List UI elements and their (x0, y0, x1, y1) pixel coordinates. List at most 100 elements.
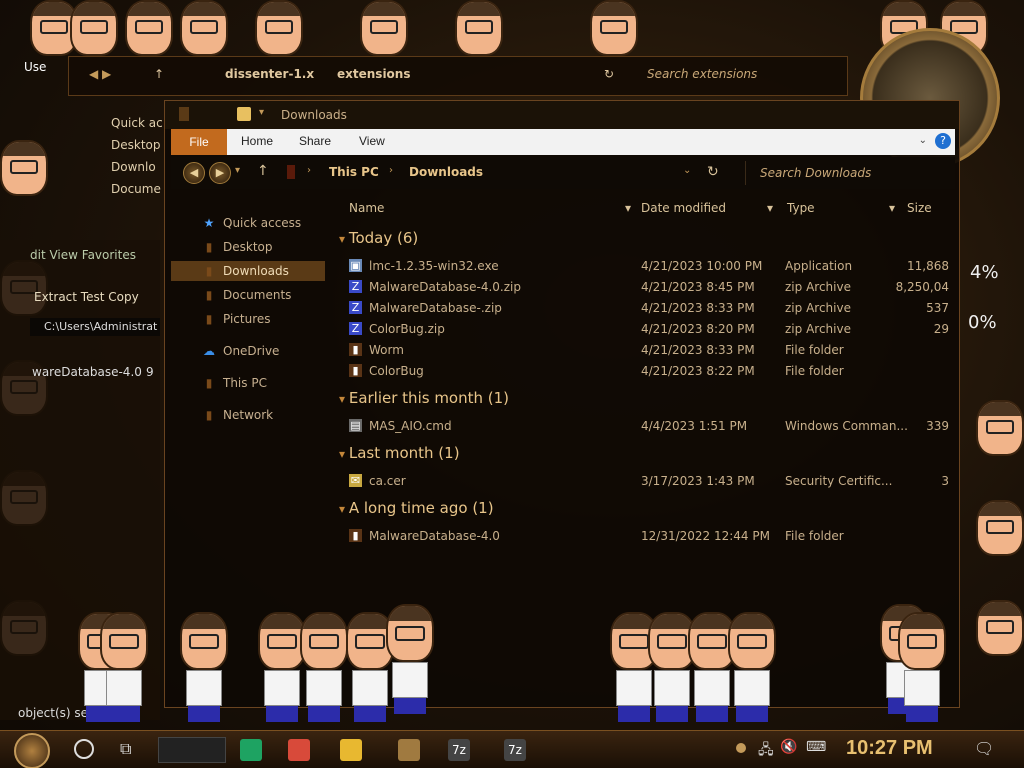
title-bar: ▾ Downloads (165, 101, 959, 129)
keyboard-icon[interactable]: ⌨ (806, 739, 826, 755)
cell-name: MAS_AIO.cmd (369, 419, 452, 433)
documents-icon: ▮ (205, 288, 213, 302)
background-explorer-window: ◀ ▶ ↑ dissenter-1.x extensions ↻ Search … (68, 56, 848, 96)
tab-share[interactable]: Share (299, 134, 331, 148)
start-button[interactable] (14, 733, 50, 768)
menu-bar: dit View Favorites (30, 248, 136, 262)
separator-icon: › (389, 165, 393, 176)
help-button[interactable]: ? (935, 133, 951, 149)
bg-sidebar: Quick ac Desktop Downlo Docume (85, 110, 165, 210)
network-icon[interactable]: 🖧 (758, 739, 774, 763)
downloads-icon: ▮ (205, 264, 213, 278)
bg-sidebar-item: Desktop (111, 138, 161, 152)
expand-ribbon-icon[interactable]: ⌄ (919, 135, 927, 146)
table-row[interactable]: ▮ ColorBug 4/21/2023 8:22 PM File folder (331, 361, 955, 381)
table-row[interactable]: Z ColorBug.zip 4/21/2023 8:20 PM zip Archiv… (331, 319, 955, 339)
cell-size: 29 (933, 322, 949, 336)
separator-icon: › (307, 165, 311, 176)
address-field[interactable]: C:\Users\Administrat (30, 318, 160, 336)
7zip-icon[interactable]: 7z (448, 739, 470, 761)
sidebar-item-desktop[interactable]: ▮ Desktop (171, 237, 325, 257)
table-row[interactable]: ▮ MalwareDatabase-4.0 12/31/2022 12:44 PM F… (331, 526, 955, 546)
notification-icon[interactable]: 🗨 (974, 739, 994, 758)
cell-name: MalwareDatabase-4.0 (369, 529, 500, 543)
tab-home[interactable]: Home (241, 134, 273, 148)
breadcrumb-this-pc[interactable]: This PC (329, 165, 379, 179)
column-header-name[interactable]: Name (349, 201, 384, 215)
table-row[interactable]: Z MalwareDatabase-4.0.zip 4/21/2023 8:45 P… (331, 277, 955, 297)
sheets-icon[interactable] (240, 739, 262, 761)
cell-name: MalwareDatabase-.zip (369, 301, 502, 315)
cell-name: lmc-1.2.35-win32.exe (369, 259, 499, 273)
dropdown-icon[interactable]: ▾ (889, 201, 895, 215)
chevron-down-icon[interactable]: ▾ (259, 107, 264, 118)
folder-icon: ▮ (349, 343, 362, 356)
dropdown-icon[interactable]: ⌄ (683, 165, 691, 176)
up-button[interactable]: ↑ (257, 163, 269, 179)
group-header[interactable]: Today (6) (339, 229, 418, 247)
task-view-icon[interactable]: ⧉ (120, 739, 131, 759)
tab-view[interactable]: View (359, 134, 385, 148)
column-header-type[interactable]: Type (787, 201, 815, 215)
sidebar-item-pictures[interactable]: ▮ Pictures (171, 309, 325, 329)
app-icon (179, 107, 189, 121)
bg-search-input[interactable]: Search extensions (647, 67, 757, 81)
refresh-button[interactable]: ↻ (707, 164, 719, 180)
table-row[interactable]: ▤ MAS_AIO.cmd 4/4/2023 1:51 PM Windows Comm… (331, 416, 955, 436)
weather-icon[interactable] (736, 743, 746, 753)
bg-crumb-1: dissenter-1.x (225, 67, 315, 81)
game-icon[interactable] (398, 739, 420, 761)
cell-type: Windows Comman... (785, 419, 908, 433)
quick-access-icon: ★ (203, 216, 215, 230)
group-header[interactable]: Last month (1) (339, 444, 460, 462)
cell-date: 4/21/2023 8:33 PM (641, 301, 755, 315)
bg-crumb-2: extensions (337, 67, 411, 81)
dropdown-icon[interactable]: ▾ (767, 201, 773, 215)
cell-type: zip Archive (785, 280, 851, 294)
tab-file[interactable]: File (171, 129, 227, 155)
table-row[interactable]: Z MalwareDatabase-.zip 4/21/2023 8:33 PM zi… (331, 298, 955, 318)
cell-type: File folder (785, 529, 844, 543)
folder-icon: ▮ (349, 529, 362, 542)
sidebar-item-this-pc[interactable]: ▮ This PC (171, 373, 325, 393)
sidebar-item-documents[interactable]: ▮ Documents (171, 285, 325, 305)
column-header-date[interactable]: Date modified (641, 201, 726, 215)
cell-date: 4/21/2023 8:22 PM (641, 364, 755, 378)
column-header-size[interactable]: Size (907, 201, 932, 215)
folder-icon[interactable] (340, 739, 362, 761)
sidebar-item-label: Desktop (223, 240, 273, 254)
group-header[interactable]: A long time ago (1) (339, 499, 494, 517)
dropdown-icon[interactable]: ▾ (625, 201, 631, 215)
chrome-icon[interactable] (288, 739, 310, 761)
taskbar-search-box[interactable] (158, 737, 226, 763)
cell-type: File folder (785, 343, 844, 357)
back-button[interactable]: ◀ (183, 162, 205, 184)
group-header[interactable]: Earlier this month (1) (339, 389, 509, 407)
back-arrow-icon: ◀ ▶ (89, 67, 112, 81)
table-row[interactable]: ▮ Worm 4/21/2023 8:33 PM File folder (331, 340, 955, 360)
recent-locations-icon[interactable]: ▾ (235, 165, 240, 176)
search-input[interactable]: Search Downloads (745, 161, 943, 185)
sidebar-item-label: OneDrive (223, 344, 280, 358)
bg-sidebar-item: Docume (111, 182, 161, 196)
sidebar-item-onedrive[interactable]: ☁ OneDrive (171, 341, 325, 361)
volume-muted-icon[interactable]: 🔇 (780, 739, 797, 755)
forward-button[interactable]: ▶ (209, 162, 231, 184)
breadcrumb-downloads[interactable]: Downloads (409, 165, 483, 179)
table-row[interactable]: ▣ lmc-1.2.35-win32.exe 4/21/2023 10:00 PM A… (331, 256, 955, 276)
table-row[interactable]: ✉ ca.cer 3/17/2023 1:43 PM Security Certifi… (331, 471, 955, 491)
sidebar-item-quick-access[interactable]: ★ Quick access (171, 213, 325, 233)
pc-icon (287, 165, 295, 179)
taskbar: ⧉ 7z 7z 🖧 🔇 ⌨ 10:27 PM 🗨 (0, 730, 1024, 768)
cell-name: ColorBug.zip (369, 322, 445, 336)
bg-sidebar-item: Quick ac (111, 116, 163, 130)
cell-size: 11,868 (907, 259, 949, 273)
sidebar-item-label: Network (223, 408, 274, 422)
search-circle-icon[interactable] (74, 739, 94, 759)
sidebar-item-downloads[interactable]: ▮ Downloads (171, 261, 325, 281)
sidebar-item-network[interactable]: ▮ Network (171, 405, 325, 425)
taskbar-clock[interactable]: 10:27 PM (846, 737, 933, 760)
cell-size: 8,250,04 (895, 280, 949, 294)
7zip-icon[interactable]: 7z (504, 739, 526, 761)
app-icon: ▣ (349, 259, 362, 272)
